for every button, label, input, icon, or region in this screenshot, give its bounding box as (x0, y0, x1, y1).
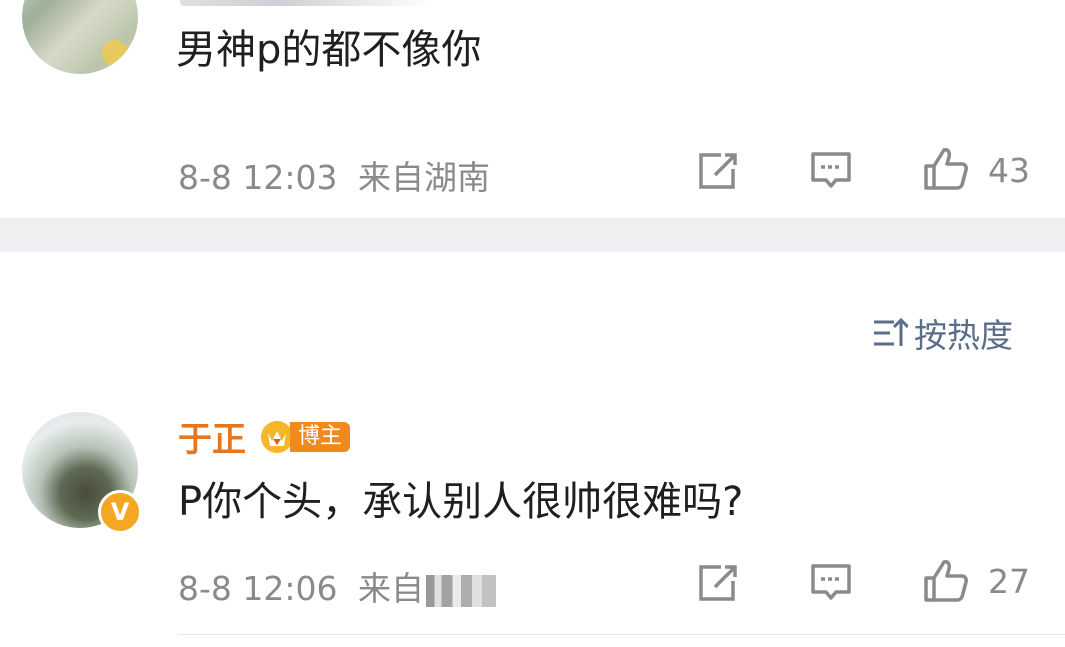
comment-location: 来自 (358, 569, 424, 608)
badge-label: 博主 (290, 421, 351, 452)
blogger-badge: 博主 (260, 418, 351, 456)
comment-icon[interactable] (809, 562, 853, 602)
avatar[interactable] (22, 0, 138, 74)
like-icon[interactable] (922, 146, 970, 192)
sort-icon (874, 317, 908, 346)
location-redacted (426, 574, 496, 607)
username[interactable]: 于正 (178, 412, 246, 461)
repost-icon[interactable] (697, 151, 741, 191)
comment-meta: 8-8 12:06 来自 (178, 562, 496, 610)
comment-icon[interactable] (809, 150, 853, 190)
username-cut (180, 0, 430, 6)
sort-label: 按热度 (914, 316, 1013, 355)
repost-icon[interactable] (697, 563, 741, 603)
comment-header: 于正 博主 (178, 412, 351, 461)
crown-icon (261, 420, 293, 453)
like-count: 27 (988, 562, 1030, 601)
like-icon[interactable] (922, 558, 970, 604)
comment-meta: 8-8 12:03 来自湖南 (178, 151, 490, 199)
verified-icon: V (98, 490, 142, 534)
comment-text: 男神p的都不像你 (176, 27, 482, 73)
comment-time: 8-8 12:06 (178, 569, 338, 608)
comment-location: 来自湖南 (358, 158, 490, 197)
comment-text: P你个头，承认别人很帅很难吗? (178, 479, 744, 525)
comment-time: 8-8 12:03 (178, 158, 338, 197)
like-count: 43 (988, 151, 1030, 190)
sort-button[interactable]: 按热度 (872, 309, 1013, 357)
section-divider (0, 218, 1065, 252)
divider (178, 634, 1065, 635)
